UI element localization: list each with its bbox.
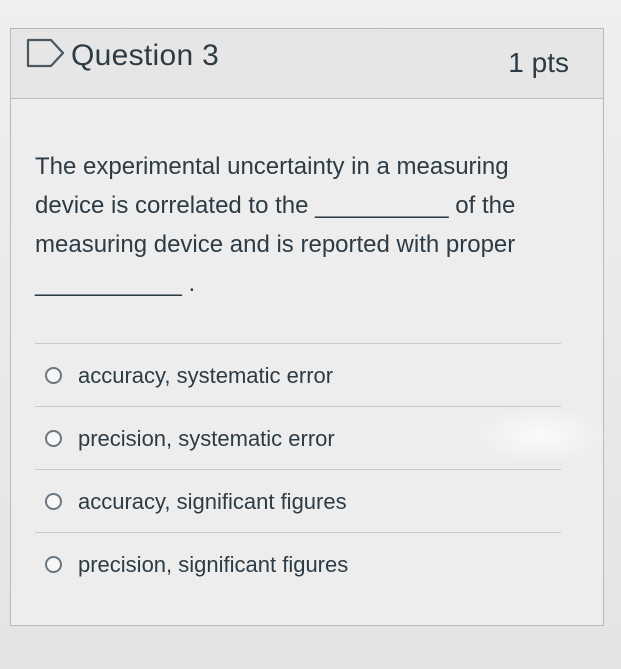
answer-label: precision, systematic error <box>78 426 335 451</box>
question-points: 1 pts <box>508 47 569 78</box>
question-card: Question 3 1 pts The experimental uncert… <box>10 28 604 626</box>
question-text-line: ___________ . <box>35 270 196 297</box>
answer-list: accuracy, systematic error precision, sy… <box>35 343 561 595</box>
question-header: Question 3 1 pts <box>11 29 603 99</box>
answer-option[interactable]: accuracy, systematic error <box>35 343 561 406</box>
answer-option[interactable]: accuracy, significant figures <box>35 469 561 532</box>
answer-label: precision, significant figures <box>78 552 349 577</box>
answer-option[interactable]: precision, significant figures <box>35 532 561 595</box>
question-text-line: The experimental uncertainty in a measur… <box>35 153 509 180</box>
quiz-page: Question 3 1 pts The experimental uncert… <box>0 0 621 669</box>
question-text-line: measuring device and is reported with pr… <box>35 231 516 258</box>
answer-label: accuracy, significant figures <box>78 489 347 514</box>
answer-option[interactable]: precision, systematic error <box>35 406 561 469</box>
question-text-line: device is correlated to the __________ o… <box>35 192 516 219</box>
question-title: Question 3 <box>71 39 220 72</box>
radio-button[interactable] <box>45 556 62 573</box>
radio-button[interactable] <box>45 367 62 384</box>
question-text: The experimental uncertainty in a measur… <box>35 147 565 303</box>
answer-label: accuracy, systematic error <box>78 363 334 388</box>
radio-button[interactable] <box>45 493 62 510</box>
radio-button[interactable] <box>45 430 62 447</box>
flag-icon[interactable] <box>25 37 69 69</box>
